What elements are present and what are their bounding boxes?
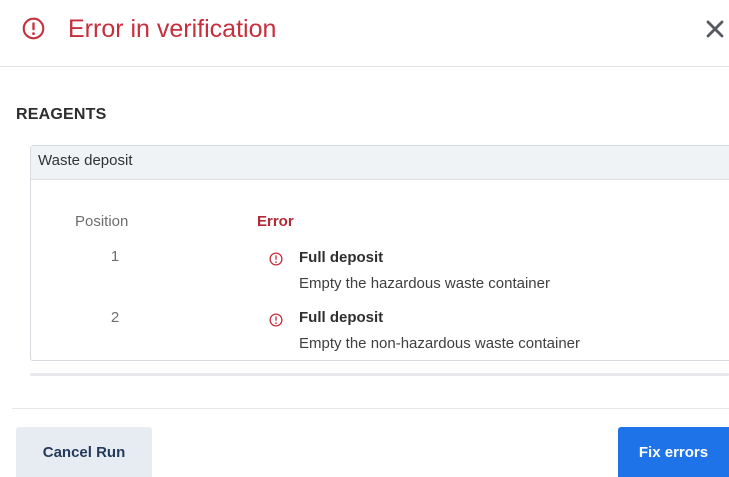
- panel-divider: [30, 373, 729, 376]
- row-position: 2: [110, 309, 120, 326]
- section-title: REAGENTS: [16, 106, 107, 123]
- panel-title: Waste deposit: [38, 152, 133, 169]
- error-title: Full deposit: [299, 309, 384, 326]
- close-icon[interactable]: [704, 18, 726, 40]
- error-description: Empty the non-hazardous waste container: [299, 335, 580, 352]
- cancel-run-button[interactable]: Cancel Run: [16, 427, 152, 477]
- error-column-header: Error: [257, 213, 294, 230]
- alert-circle-icon: [269, 313, 283, 327]
- position-column-header: Position: [75, 213, 129, 230]
- error-description: Empty the hazardous waste container: [299, 275, 550, 292]
- panel-header: Waste deposit: [31, 146, 729, 180]
- alert-circle-icon: [22, 17, 45, 40]
- dialog-header: Error in verification: [0, 0, 729, 67]
- alert-circle-icon: [269, 252, 283, 266]
- fix-errors-button[interactable]: Fix errors: [618, 427, 729, 477]
- row-position: 1: [110, 248, 120, 265]
- footer-divider: [12, 408, 729, 409]
- dialog-title: Error in verification: [68, 15, 277, 43]
- error-dialog: Error in verification REAGENTS Waste dep…: [0, 0, 729, 477]
- waste-deposit-panel: Waste deposit Position Error 1 Full depo…: [30, 145, 729, 361]
- error-title: Full deposit: [299, 249, 384, 266]
